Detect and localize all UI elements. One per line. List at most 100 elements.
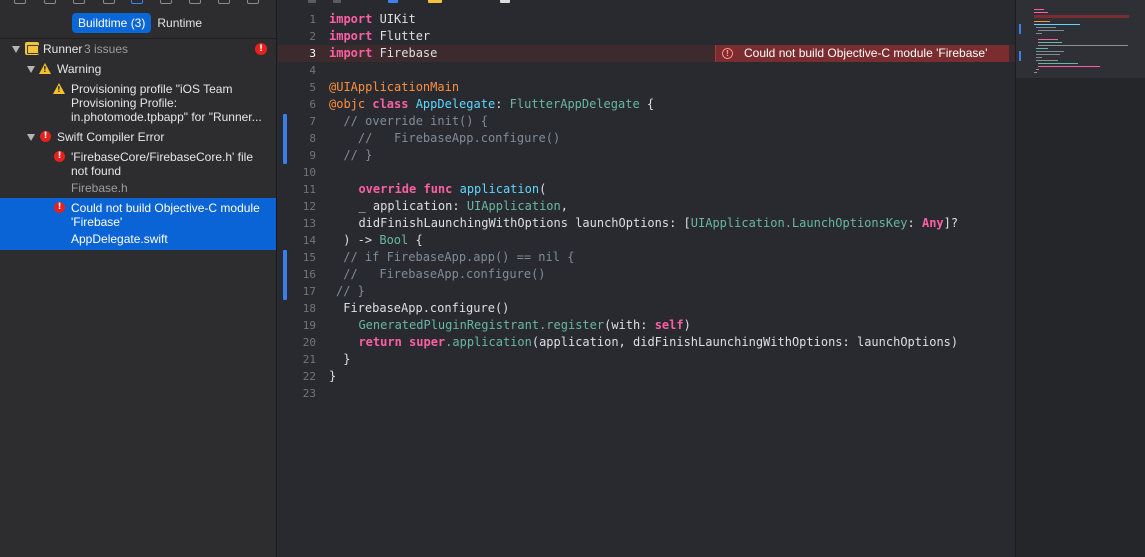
line-number[interactable]: 12 [278,198,316,215]
disclosure-triangle-icon[interactable] [12,46,20,53]
issue-text-line: Could not build Objective-C module [71,201,260,215]
error-icon: ! [40,131,51,142]
issue-text-line: 'Firebase' [71,215,123,229]
minimap-line [1038,30,1064,31]
code-line-6: @objc class AppDelegate: FlutterAppDeleg… [329,97,655,111]
code-line-13: didFinishLaunchingWithOptions launchOpti… [344,216,959,230]
minimap-line [1034,72,1037,73]
divider [0,38,277,39]
nav-forward-icon[interactable] [333,0,341,3]
code-line-20: return super.application(application, di… [344,335,959,349]
minimap-line [1034,21,1050,22]
disclosure-triangle-icon[interactable] [27,66,35,73]
line-number[interactable]: 21 [278,351,316,368]
minimap-line [1036,27,1056,28]
minimap-error-marker [1034,15,1129,18]
line-number-gutter: 1 2 3 4 5 6 7 8 9 10 11 12 13 14 15 16 17 18 19 20 21 22 23 [278,0,322,557]
line-number[interactable]: 15 [278,249,316,266]
find-navigator-icon[interactable] [103,0,115,4]
app-target-icon [25,42,39,55]
group-title: Warning [57,62,102,76]
tab-buildtime[interactable]: Buildtime (3) [72,13,152,33]
minimap-line [1038,42,1062,43]
minimap-change-marker [1019,51,1021,61]
line-number[interactable]: 6 [278,96,316,113]
line-number[interactable]: 9 [278,147,316,164]
line-number[interactable]: 18 [278,300,316,317]
line-number[interactable]: 13 [278,215,316,232]
group-row-warning[interactable]: Warning [0,61,276,77]
line-number[interactable]: 17 [278,283,316,300]
warning-icon [39,63,51,74]
navigator-toolbar [0,0,277,6]
issue-row-could-not-build-module[interactable]: ! Could not build Objective-C module 'Fi… [0,198,276,250]
code-line-7: // override init() { [329,114,488,128]
tab-runtime[interactable]: Runtime [151,13,208,33]
line-number[interactable]: 2 [278,28,316,45]
code-line-5: @UIApplicationMain [329,80,460,94]
group-title: Swift Compiler Error [57,130,165,144]
test-navigator-icon[interactable] [160,0,172,4]
minimap-change-marker [1019,24,1021,34]
line-number[interactable]: 14 [278,232,316,249]
line-number[interactable]: 3 [278,45,316,62]
line-number[interactable]: 4 [278,62,316,79]
project-row-runner[interactable]: Runner 3 issues ! [0,41,276,57]
file-icon[interactable] [500,0,510,3]
minimap-line [1034,12,1048,13]
debug-navigator-icon[interactable] [189,0,201,4]
line-number[interactable]: 8 [278,130,316,147]
issue-text-line: Provisioning profile "iOS Team [71,82,233,96]
code-line-12: _ application: UIApplication, [344,199,568,213]
issue-row-firebasecore-not-found[interactable]: ! 'FirebaseCore/FirebaseCore.h' file not… [0,149,276,197]
issue-filter-segmented-control: Buildtime (3) Runtime [72,13,208,33]
code-line-22: } [329,369,337,383]
code-line-21: } [336,352,351,366]
symbol-navigator-icon[interactable] [73,0,85,4]
issue-navigator-icon[interactable] [131,0,143,4]
issue-navigator: Buildtime (3) Runtime Runner 3 issues ! … [0,0,277,557]
project-name: Runner [43,42,83,56]
minimap-line [1036,57,1042,58]
project-navigator-icon[interactable] [14,0,26,4]
minimap[interactable] [1015,0,1145,557]
minimap-line [1038,66,1100,67]
code-line-11: override func application( [344,182,547,196]
code-line-14: ) -> Bool { [336,233,423,247]
issue-text-line: Provisioning Profile: [71,96,178,110]
line-number[interactable]: 11 [278,181,316,198]
line-number[interactable]: 19 [278,317,316,334]
minimap-line [1038,45,1128,46]
line-number[interactable]: 1 [278,11,316,28]
group-row-swift-compiler-error[interactable]: ! Swift Compiler Error [0,129,276,145]
minimap-line [1036,69,1039,70]
inline-error-banner[interactable]: ! Could not build Objective-C module 'Fi… [715,45,1009,62]
code-line-17: // } [336,284,365,298]
issue-row-provisioning[interactable]: Provisioning profile "iOS Team Provision… [0,81,276,127]
source-control-icon[interactable] [44,0,56,4]
issue-file-name: AppDelegate.swift [71,232,168,246]
jump-bar [278,0,1015,4]
minimap-line [1038,63,1078,64]
disclosure-triangle-icon[interactable] [27,134,35,141]
code-line-15: // if FirebaseApp.app() == nil { [336,250,575,264]
minimap-line [1036,48,1048,49]
line-number[interactable]: 16 [278,266,316,283]
breakpoint-navigator-icon[interactable] [218,0,230,4]
folder-icon[interactable] [388,0,398,3]
report-navigator-icon[interactable] [247,0,259,4]
source-editor[interactable]: 1 2 3 4 5 6 7 8 9 10 11 12 13 14 15 16 17 18 19 20 21 22 23 im… [278,0,1015,557]
error-icon: ! [722,48,733,59]
line-number[interactable]: 20 [278,334,316,351]
line-number[interactable]: 23 [278,385,316,402]
minimap-line [1036,60,1058,61]
minimap-line [1034,9,1044,10]
folder-icon[interactable] [428,0,442,3]
line-number[interactable]: 7 [278,113,316,130]
line-number[interactable]: 10 [278,164,316,181]
line-number[interactable]: 5 [278,79,316,96]
code-line-18: FirebaseApp.configure() [336,301,510,315]
minimap-line [1034,24,1080,25]
error-badge-icon: ! [255,43,267,55]
line-number[interactable]: 22 [278,368,316,385]
